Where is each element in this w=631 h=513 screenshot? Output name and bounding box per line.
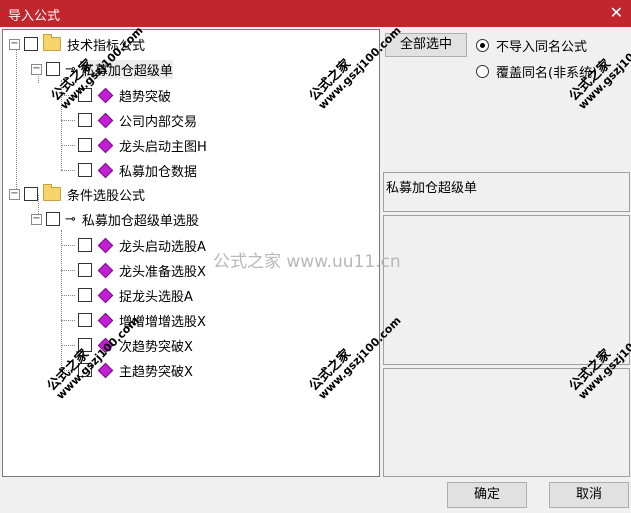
checkbox[interactable] (24, 187, 38, 201)
checkbox[interactable] (78, 288, 92, 302)
tree-label: 私募加仓数据 (119, 164, 198, 180)
tree-label: 次趋势突破X (119, 339, 193, 355)
tree-node-formula[interactable]: − ⊸ 私募加仓超级单选股 (31, 207, 199, 231)
collapse-icon[interactable]: − (31, 213, 42, 225)
checkbox[interactable] (78, 238, 92, 252)
gem-icon (97, 162, 114, 178)
tree-label: 龙头启动选股A (119, 239, 206, 255)
ok-button[interactable]: 确定 (447, 482, 527, 508)
collapse-icon[interactable]: − (31, 63, 42, 75)
title-bar: 导入公式 ✕ (0, 0, 631, 27)
tree-item[interactable]: 龙头启动选股A (78, 233, 206, 257)
radio-label: 不导入同名公式 (496, 40, 588, 55)
gem-icon (97, 137, 114, 153)
tree-label: 趋势突破 (119, 89, 172, 105)
tree-item[interactable]: 龙头准备选股X (78, 258, 206, 282)
tree-label: 龙头启动主图H (119, 139, 207, 155)
checkbox[interactable] (24, 37, 38, 51)
collapse-icon[interactable]: − (9, 188, 20, 200)
gem-icon (97, 262, 114, 278)
tree-label: 公司内部交易 (119, 114, 198, 130)
radio-overwrite[interactable]: 覆盖同名(非系统) (476, 62, 597, 81)
tree-item[interactable]: 公司内部交易 (78, 108, 197, 132)
info-title: 私募加仓超级单 (386, 181, 478, 196)
checkbox[interactable] (78, 263, 92, 277)
checkbox[interactable] (78, 113, 92, 127)
tree-item[interactable]: 私募加仓数据 (78, 158, 197, 182)
cancel-button[interactable]: 取消 (549, 482, 629, 508)
tree-item[interactable]: 龙头启动主图H (78, 133, 207, 157)
checkbox[interactable] (78, 313, 92, 327)
checkbox[interactable] (46, 212, 60, 226)
window-title: 导入公式 (8, 9, 61, 24)
gem-icon (97, 112, 114, 128)
collapse-icon[interactable]: − (9, 38, 20, 50)
close-icon[interactable]: ✕ (610, 3, 623, 22)
checkbox[interactable] (78, 163, 92, 177)
folder-icon (43, 184, 61, 201)
gem-icon (97, 87, 114, 103)
gem-icon (97, 237, 114, 253)
radio-skip-same-name[interactable]: 不导入同名公式 (476, 36, 587, 55)
formula-key-icon: ⊸ (65, 211, 76, 227)
tree-label: 捉龙头选股A (119, 289, 193, 305)
watermark-text: 公式之家 www.uu11.cn (213, 252, 401, 272)
description-panel (383, 215, 630, 365)
checkbox[interactable] (78, 138, 92, 152)
tree-label: 主趋势突破X (119, 364, 193, 380)
folder-icon (43, 34, 61, 51)
radio-dot[interactable] (476, 39, 489, 52)
tree-node-group[interactable]: − 条件选股公式 (9, 182, 145, 206)
tree-label: 条件选股公式 (67, 188, 146, 204)
tree-item[interactable]: 增增增增选股X (78, 308, 206, 332)
checkbox[interactable] (46, 62, 60, 76)
tree-label: 龙头准备选股X (119, 264, 206, 280)
tree-item[interactable]: 捉龙头选股A (78, 283, 193, 307)
gem-icon (97, 287, 114, 303)
radio-dot[interactable] (476, 65, 489, 78)
info-title-panel: 私募加仓超级单 (383, 172, 630, 212)
tree-label: 私募加仓超级单选股 (81, 213, 199, 229)
